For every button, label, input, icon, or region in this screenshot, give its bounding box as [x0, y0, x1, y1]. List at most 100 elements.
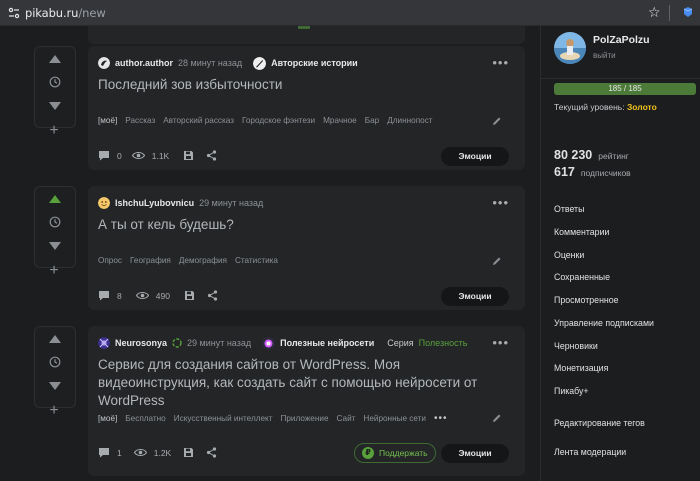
tag-list: [моё] Бесплатно Искусственный интеллект … — [98, 413, 448, 424]
save-post-plus-icon[interactable]: + — [45, 402, 63, 420]
menu-item-drafts[interactable]: Черновики — [554, 341, 598, 351]
edit-tags-pencil-icon[interactable] — [492, 116, 502, 126]
verified-author-icon — [172, 338, 182, 348]
downvote-button[interactable] — [49, 382, 61, 390]
post-feed: + author.author 28 минут назад Авторские… — [0, 26, 540, 481]
rating-stat: 80 230 рейтинг — [554, 148, 629, 162]
menu-item-monetization[interactable]: Монетизация — [554, 363, 608, 373]
save-post-plus-icon[interactable]: + — [45, 122, 63, 140]
more-options-icon[interactable]: ••• — [492, 335, 509, 350]
author-name[interactable]: author.author — [115, 58, 173, 68]
comments-count: 8 — [117, 290, 122, 301]
url-field[interactable]: pikabu.ru/new — [25, 6, 106, 20]
emotions-button[interactable]: Эмоции — [441, 444, 509, 463]
tag[interactable]: География — [130, 256, 171, 265]
logout-link[interactable]: выйти — [593, 51, 616, 60]
tag[interactable]: Длиннопост — [387, 116, 432, 125]
current-level-name[interactable]: Золото — [627, 102, 657, 112]
tag[interactable]: [моё] — [98, 414, 117, 423]
emotions-button[interactable]: Эмоции — [441, 287, 509, 306]
profile-username[interactable]: PolZaPolzu — [593, 34, 650, 46]
more-options-icon[interactable]: ••• — [492, 195, 509, 210]
edit-tags-pencil-icon[interactable] — [492, 413, 502, 423]
author-avatar[interactable] — [98, 57, 110, 69]
share-icon[interactable] — [206, 447, 217, 458]
tag[interactable]: Авторский рассказ — [163, 116, 234, 125]
post-title[interactable]: Последний зов избыточности — [98, 76, 508, 94]
comments-icon[interactable] — [98, 447, 110, 458]
tag[interactable]: Городское фэнтези — [242, 116, 315, 125]
share-icon[interactable] — [206, 150, 217, 161]
tag[interactable]: Искусственный интеллект — [174, 414, 273, 423]
profile-avatar[interactable] — [554, 32, 586, 64]
extension-icon[interactable] — [682, 6, 694, 18]
menu-item-subscriptions[interactable]: Управление подписками — [554, 318, 654, 328]
tag[interactable]: Нейронные сети — [363, 414, 426, 423]
menu-item-ratings[interactable]: Оценки — [554, 250, 584, 260]
post-title[interactable]: А ты от кель будешь? — [98, 216, 508, 234]
menu-item-saved[interactable]: Сохраненные — [554, 272, 610, 282]
menu-item-answers[interactable]: Ответы — [554, 204, 584, 214]
community-name[interactable]: Авторские истории — [271, 58, 358, 68]
author-avatar[interactable] — [98, 337, 110, 349]
url-path: /new — [78, 6, 106, 20]
save-disk-icon[interactable] — [183, 447, 194, 458]
tag[interactable]: Демография — [179, 256, 227, 265]
vote-panel — [34, 46, 76, 128]
url-domain: pikabu.ru — [25, 6, 79, 20]
downvote-button[interactable] — [49, 102, 61, 110]
community-icon[interactable] — [253, 56, 267, 70]
rating-label: рейтинг — [598, 151, 629, 161]
tag[interactable]: Опрос — [98, 256, 122, 265]
author-name[interactable]: IshchuLyubovnicu — [115, 198, 194, 208]
post-time: 28 минут назад — [178, 58, 243, 68]
author-avatar[interactable] — [98, 197, 110, 209]
upvote-button[interactable] — [49, 195, 61, 203]
rating-pending-clock-icon — [49, 216, 61, 228]
community-icon[interactable] — [262, 336, 276, 350]
edit-tags-pencil-icon[interactable] — [492, 256, 502, 266]
tag[interactable]: Приложение — [280, 414, 328, 423]
post-card: author.author 28 минут назад Авторские и… — [88, 46, 525, 170]
menu-item-tag-editing[interactable]: Редактирование тегов — [554, 418, 645, 428]
upvote-button[interactable] — [49, 55, 61, 63]
save-disk-icon[interactable] — [183, 150, 194, 161]
upvote-button[interactable] — [49, 335, 61, 343]
menu-item-comments[interactable]: Комментарии — [554, 227, 609, 237]
post-actions: 1 1.2K — [98, 447, 217, 458]
comments-icon[interactable] — [98, 150, 110, 161]
more-tags-button[interactable]: ••• — [434, 413, 448, 424]
current-level: Текущий уровень: Золото — [554, 102, 657, 112]
previous-post-accent — [298, 26, 310, 29]
downvote-button[interactable] — [49, 242, 61, 250]
tag[interactable]: Статистика — [235, 256, 278, 265]
save-disk-icon[interactable] — [184, 290, 195, 301]
site-settings-icon[interactable] — [8, 7, 20, 19]
more-options-icon[interactable]: ••• — [492, 55, 509, 70]
menu-item-pikabu-plus[interactable]: Пикабу+ — [554, 386, 589, 396]
post-title[interactable]: Сервис для создания сайтов от WordPress.… — [98, 356, 508, 410]
subscribers-stat[interactable]: 617 подписчиков — [554, 165, 631, 179]
share-icon[interactable] — [207, 290, 218, 301]
tag[interactable]: Бесплатно — [125, 414, 165, 423]
series-name[interactable]: Полезность — [419, 338, 468, 348]
tag[interactable]: Бар — [365, 116, 379, 125]
save-post-plus-icon[interactable]: + — [45, 262, 63, 280]
bookmark-star-icon[interactable]: ☆ — [648, 4, 661, 20]
comments-icon[interactable] — [98, 290, 110, 301]
tag[interactable]: Мрачное — [323, 116, 357, 125]
tag[interactable]: Рассказ — [125, 116, 155, 125]
menu-item-viewed[interactable]: Просмотренное — [554, 295, 619, 305]
tag[interactable]: [моё] — [98, 116, 117, 125]
views-eye-icon — [133, 448, 147, 457]
menu-item-moderation-feed[interactable]: Лента модерации — [554, 447, 626, 457]
tag[interactable]: Сайт — [337, 414, 356, 423]
previous-post-card — [88, 26, 525, 44]
community-name[interactable]: Полезные нейросети — [280, 338, 374, 348]
author-name[interactable]: Neurosonya — [115, 338, 167, 348]
views-eye-icon — [131, 151, 145, 160]
views-eye-icon — [135, 291, 149, 300]
support-author-button[interactable]: ₽ Поддержать — [354, 443, 436, 463]
post-time: 29 минут назад — [187, 338, 252, 348]
emotions-button[interactable]: Эмоции — [441, 147, 509, 166]
